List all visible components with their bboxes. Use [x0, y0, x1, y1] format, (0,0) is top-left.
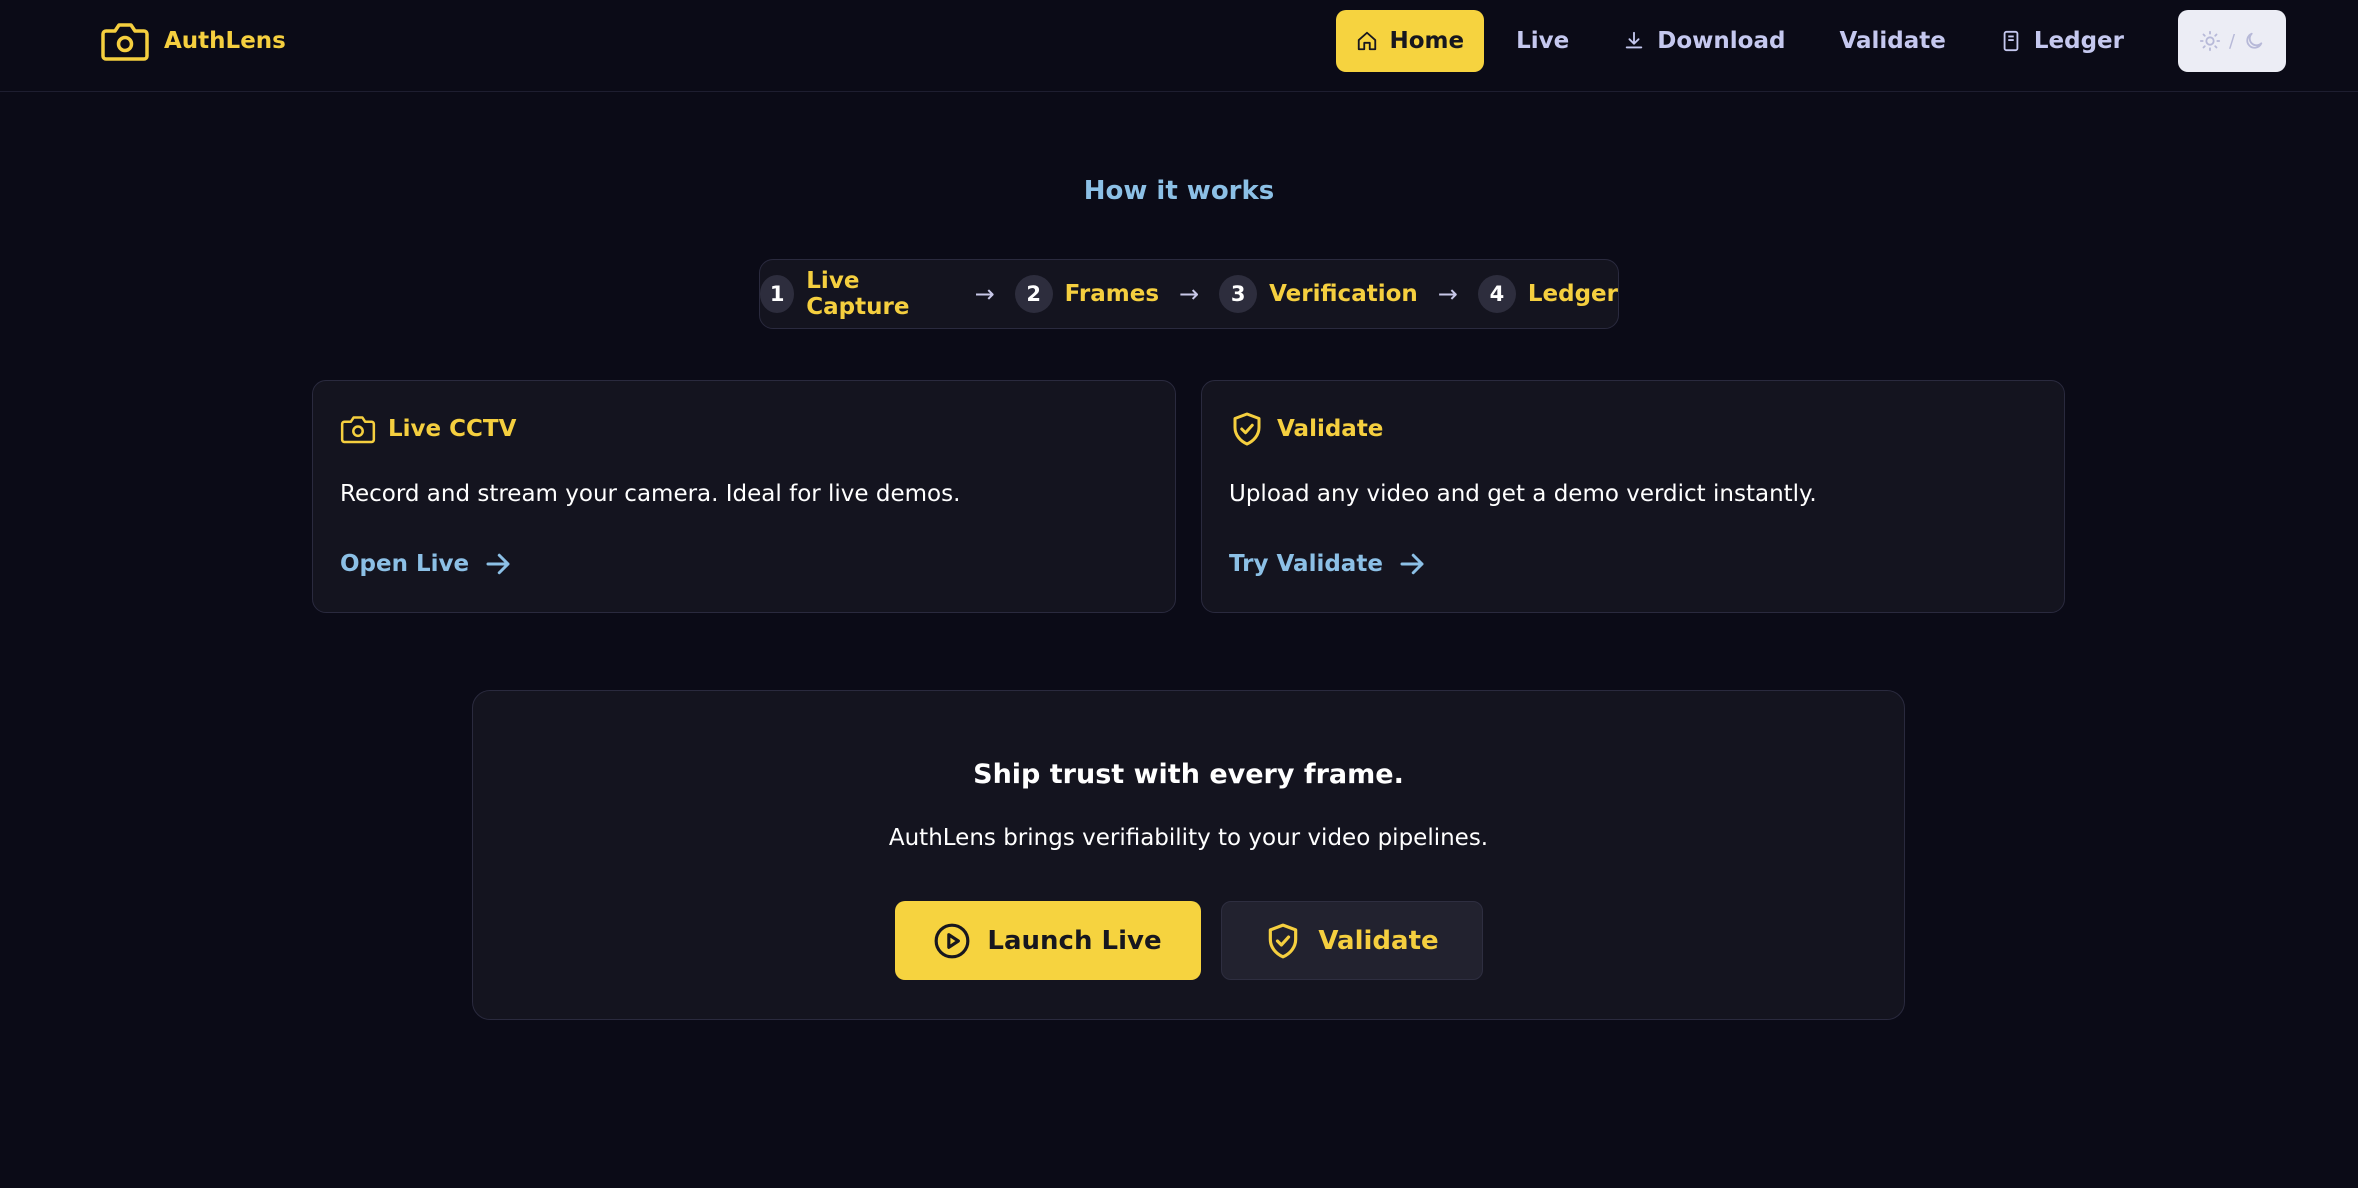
card-live-cctv: Live CCTV Record and stream your camera.… — [312, 380, 1176, 613]
card-header: Validate — [1229, 411, 1383, 447]
nav-download-label: Download — [1657, 28, 1786, 54]
nav-validate[interactable]: Validate — [1817, 10, 1967, 72]
shield-check-icon — [1233, 412, 1261, 446]
link-label: Open Live — [340, 551, 470, 577]
brand-name: AuthLens — [164, 28, 286, 54]
home-icon — [1357, 31, 1376, 51]
camera-icon — [340, 416, 376, 444]
nav-home[interactable]: Home — [1335, 10, 1485, 72]
step-number: 4 — [1477, 275, 1516, 313]
card-description: Record and stream your camera. Ideal for… — [340, 481, 961, 507]
nav-home-label: Home — [1389, 28, 1465, 54]
arrow-right-icon: → — [974, 280, 995, 308]
card-header: Live CCTV — [340, 411, 516, 447]
step-live-capture: 1 Live Capture — [760, 268, 955, 320]
card-description: Upload any video and get a demo verdict … — [1229, 481, 1817, 507]
step-number: 3 — [1219, 275, 1258, 313]
theme-separator: / — [2228, 30, 2236, 52]
open-live-link[interactable]: Open Live — [340, 549, 513, 579]
nav-live-label: Live — [1516, 28, 1570, 54]
step-number: 2 — [1014, 275, 1053, 313]
step-verification: 3 Verification — [1219, 275, 1418, 313]
play-circle-icon — [934, 923, 970, 958]
validate-button[interactable]: Validate — [1220, 901, 1483, 980]
arrow-right-icon — [486, 553, 510, 575]
cta-panel: Ship trust with every frame. AuthLens br… — [472, 690, 1905, 1020]
sun-icon — [2199, 30, 2221, 52]
card-title: Live CCTV — [388, 416, 517, 442]
nav-download[interactable]: Download — [1601, 10, 1807, 72]
card-validate: Validate Upload any video and get a demo… — [1201, 380, 2065, 613]
step-number: 1 — [760, 275, 795, 313]
nav-ledger-label: Ledger — [2033, 28, 2124, 54]
nav-validate-label: Validate — [1839, 28, 1946, 54]
link-label: Try Validate — [1229, 551, 1383, 577]
step-ledger: 4 Ledger — [1477, 275, 1618, 313]
step-label: Ledger — [1527, 281, 1618, 307]
top-navbar: AuthLens Home Live Download Validate Led… — [0, 0, 2358, 92]
shield-check-icon — [1269, 923, 1298, 958]
cta-buttons: Launch Live Validate — [473, 901, 1904, 980]
main-nav: Home Live Download Validate Ledger / — [1335, 10, 2286, 72]
download-icon — [1626, 31, 1643, 49]
try-validate-link[interactable]: Try Validate — [1229, 549, 1427, 579]
step-label: Frames — [1064, 281, 1160, 307]
theme-toggle[interactable]: / — [2178, 10, 2286, 72]
cta-title: Ship trust with every frame. — [973, 759, 1404, 790]
steps-pipeline: 1 Live Capture → 2 Frames → 3 Verificati… — [759, 259, 1619, 329]
step-frames: 2 Frames — [1014, 275, 1160, 313]
step-label: Live Capture — [806, 268, 910, 320]
cta-subtitle: AuthLens brings verifiability to your vi… — [888, 825, 1489, 851]
moon-icon — [2246, 32, 2263, 49]
card-title: Validate — [1277, 416, 1384, 442]
button-label: Validate — [1318, 925, 1439, 956]
button-label: Launch Live — [987, 925, 1162, 956]
arrow-right-icon: → — [1179, 280, 1200, 308]
camera-icon — [101, 23, 149, 61]
step-label: Verification — [1269, 281, 1418, 307]
how-it-works-title: How it works — [1083, 176, 1275, 206]
arrow-right-icon — [1400, 553, 1424, 575]
brand-logo[interactable]: AuthLens — [100, 18, 286, 64]
page: AuthLens Home Live Download Validate Led… — [0, 0, 2358, 1188]
arrow-right-icon: → — [1437, 280, 1458, 308]
nav-live[interactable]: Live — [1494, 10, 1591, 72]
nav-ledger[interactable]: Ledger — [1978, 10, 2146, 72]
book-icon — [2003, 30, 2019, 52]
launch-live-button[interactable]: Launch Live — [894, 901, 1201, 980]
